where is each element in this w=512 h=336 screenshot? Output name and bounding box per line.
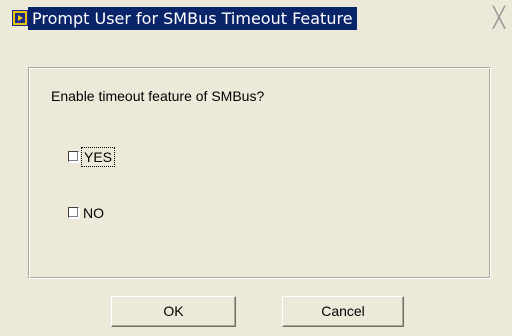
yes-checkbox-box[interactable] xyxy=(68,151,79,162)
close-icon[interactable]: ╳ xyxy=(489,7,509,27)
cancel-button[interactable]: Cancel xyxy=(282,296,404,327)
labview-icon xyxy=(12,10,28,26)
title-bar[interactable]: Prompt User for SMBus Timeout Feature ╳ xyxy=(0,0,512,37)
dialog-window: Prompt User for SMBus Timeout Feature ╳ … xyxy=(0,0,512,336)
no-checkbox-label[interactable]: NO xyxy=(81,204,106,222)
window-title: Prompt User for SMBus Timeout Feature xyxy=(28,7,357,30)
question-label: Enable timeout feature of SMBus? xyxy=(51,88,265,104)
ok-button[interactable]: OK xyxy=(111,296,236,327)
no-checkbox-box[interactable] xyxy=(68,207,79,218)
yes-checkbox-label[interactable]: YES xyxy=(81,147,116,167)
